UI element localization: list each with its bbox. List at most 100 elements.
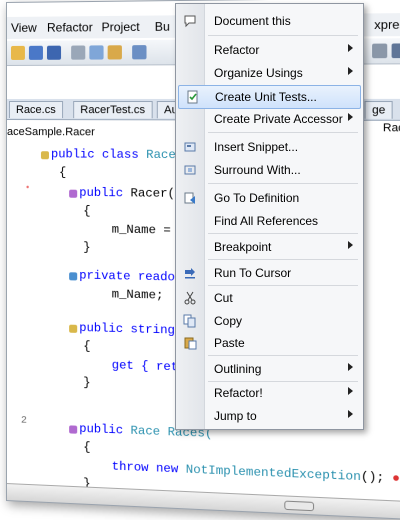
copy-toolbar-icon[interactable]	[89, 45, 103, 59]
keyword: throw new	[112, 459, 186, 476]
open-file-icon[interactable]	[11, 46, 25, 60]
tab-race-cs[interactable]: Race.cs	[9, 101, 63, 118]
method-icon	[69, 425, 77, 433]
menu-item-label: Create Private Accessor	[214, 112, 343, 126]
tab-label: RacerTest.cs	[80, 104, 145, 116]
menu-project[interactable]: Project	[102, 20, 140, 35]
copy-icon	[183, 314, 197, 328]
menu-item-find-all-references[interactable]: Find All References	[176, 210, 363, 232]
menu-item-breakpoint[interactable]: Breakpoint	[176, 236, 363, 258]
menu-item-jump-to[interactable]: Jump to	[176, 405, 363, 427]
context-menu: Document this Refactor Organize Usings C…	[175, 3, 364, 430]
code-line-property: public string	[79, 321, 175, 338]
menu-item-refactor-plugin[interactable]: Refactor!	[176, 382, 363, 404]
menu-separator	[208, 35, 358, 36]
keyword: private readon	[79, 268, 182, 284]
unit-test-icon	[186, 90, 200, 104]
menu-view[interactable]: View	[11, 21, 37, 35]
menu-separator	[208, 132, 358, 133]
code-brace: }	[83, 375, 90, 389]
surround-icon	[183, 163, 197, 177]
menu-item-label: Breakpoint	[214, 240, 271, 254]
menu-item-run-to-cursor[interactable]: Run To Cursor	[176, 262, 363, 284]
menu-item-surround-with[interactable]: Surround With...	[176, 159, 363, 181]
menu-separator	[208, 233, 358, 234]
gutter-marker: •	[25, 183, 30, 193]
cut-toolbar-icon[interactable]	[71, 45, 85, 59]
menu-build[interactable]: Bu	[155, 19, 170, 33]
menu-item-label: Refactor!	[214, 386, 263, 400]
code-line-field: private readon	[79, 268, 182, 284]
keyword: public string	[79, 321, 175, 338]
code-line-class: public class Racer	[51, 147, 183, 162]
scrollbar-grip[interactable]	[284, 501, 314, 512]
tab-page[interactable]: ge	[365, 101, 393, 119]
menu-item-label: Run To Cursor	[214, 266, 291, 280]
menu-item-label: Insert Snippet...	[214, 140, 298, 154]
submenu-arrow-icon	[348, 113, 353, 121]
code-brace: {	[83, 204, 90, 218]
run-to-cursor-icon	[183, 266, 197, 280]
menu-item-refactor[interactable]: Refactor	[176, 39, 363, 61]
menu-item-label: Paste	[214, 336, 245, 350]
menu-item-outlining[interactable]: Outlining	[176, 358, 363, 380]
undo-icon[interactable]	[132, 45, 146, 59]
paste-icon	[183, 336, 197, 350]
menu-item-insert-snippet[interactable]: Insert Snippet...	[176, 136, 363, 158]
snippet-icon	[183, 140, 197, 154]
breadcrumb[interactable]: aceSample.Racer	[7, 123, 95, 141]
submenu-arrow-icon	[348, 44, 353, 52]
menu-item-label: Organize Usings	[214, 66, 303, 80]
menu-item-create-unit-tests[interactable]: Create Unit Tests...	[178, 85, 361, 109]
submenu-arrow-icon	[348, 387, 353, 395]
menu-item-document-this[interactable]: Document this	[176, 10, 363, 32]
submenu-arrow-icon	[348, 410, 353, 418]
dropdown-icon[interactable]	[372, 44, 387, 59]
save-icon[interactable]	[29, 46, 43, 60]
menu-item-label: Surround With...	[214, 163, 301, 177]
menu-refactor[interactable]: Refactor	[47, 20, 93, 34]
menu-item-label: Jump to	[214, 409, 257, 423]
code-brace: {	[83, 339, 90, 353]
submenu-arrow-icon	[348, 67, 353, 75]
tab-racertest-cs[interactable]: RacerTest.cs	[73, 101, 152, 118]
menu-separator	[208, 285, 358, 286]
keyword: public	[79, 422, 130, 438]
menu-item-go-to-definition[interactable]: Go To Definition	[176, 187, 363, 209]
menu-item-label: Copy	[214, 314, 242, 328]
method-icon	[69, 190, 77, 198]
line-number: 2	[21, 416, 27, 427]
format-icon[interactable]	[392, 43, 400, 58]
code-text: m_Name;	[112, 287, 164, 302]
menu-item-create-private-accessor[interactable]: Create Private Accessor	[176, 108, 363, 130]
menu-item-paste[interactable]: Paste	[176, 332, 363, 354]
property-icon	[69, 325, 77, 333]
speech-bubble-icon	[183, 14, 197, 28]
menu-item-label: Find All References	[214, 214, 318, 228]
member-dropdown[interactable]: Races	[383, 122, 400, 135]
menu-item-cut[interactable]: Cut	[176, 287, 363, 309]
error-icon: ●	[392, 471, 400, 486]
save-all-icon[interactable]	[47, 46, 61, 60]
menu-item-label: Cut	[214, 291, 233, 305]
keyword: public	[79, 186, 130, 201]
submenu-arrow-icon	[348, 363, 353, 371]
menu-express[interactable]: xpress	[374, 17, 400, 32]
code-text: ();	[361, 470, 392, 486]
menu-separator	[208, 183, 358, 184]
menu-separator	[208, 259, 358, 260]
code-line-constructor: public Racer(s	[79, 186, 182, 201]
code-line-throw: throw new NotImplementedException(); ●	[112, 459, 400, 486]
code-brace: {	[59, 165, 66, 179]
code-brace: }	[83, 240, 90, 254]
paste-toolbar-icon[interactable]	[108, 45, 122, 59]
type-name: Race	[131, 424, 168, 440]
tab-label: Race.cs	[16, 104, 56, 116]
submenu-arrow-icon	[348, 241, 353, 249]
menu-item-organize-usings[interactable]: Organize Usings	[176, 62, 363, 84]
code-brace: {	[83, 440, 90, 454]
type-name: NotImplementedException	[186, 462, 361, 484]
tab-label: ge	[372, 104, 385, 117]
menu-item-copy[interactable]: Copy	[176, 310, 363, 332]
menu-item-label: Document this	[214, 14, 291, 28]
